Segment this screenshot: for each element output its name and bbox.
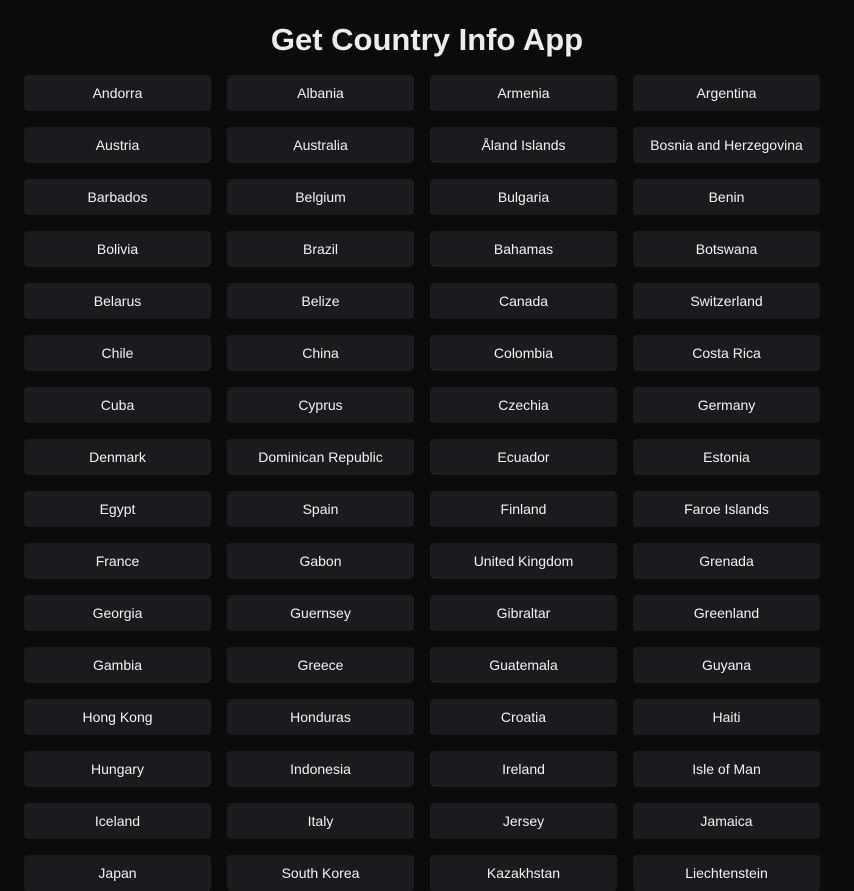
country-button-grenada[interactable]: Grenada bbox=[633, 543, 820, 579]
country-button-barbados[interactable]: Barbados bbox=[24, 179, 211, 215]
country-button-jersey[interactable]: Jersey bbox=[430, 803, 617, 839]
country-button-gabon[interactable]: Gabon bbox=[227, 543, 414, 579]
country-button-aland-islands[interactable]: Åland Islands bbox=[430, 127, 617, 163]
country-button-france[interactable]: France bbox=[24, 543, 211, 579]
country-button-cyprus[interactable]: Cyprus bbox=[227, 387, 414, 423]
country-button-ireland[interactable]: Ireland bbox=[430, 751, 617, 787]
country-button-denmark[interactable]: Denmark bbox=[24, 439, 211, 475]
country-button-cuba[interactable]: Cuba bbox=[24, 387, 211, 423]
country-button-japan[interactable]: Japan bbox=[24, 855, 211, 891]
country-button-belarus[interactable]: Belarus bbox=[24, 283, 211, 319]
country-button-botswana[interactable]: Botswana bbox=[633, 231, 820, 267]
country-button-china[interactable]: China bbox=[227, 335, 414, 371]
country-button-belize[interactable]: Belize bbox=[227, 283, 414, 319]
country-button-czechia[interactable]: Czechia bbox=[430, 387, 617, 423]
country-button-isle-of-man[interactable]: Isle of Man bbox=[633, 751, 820, 787]
country-button-germany[interactable]: Germany bbox=[633, 387, 820, 423]
country-button-bahamas[interactable]: Bahamas bbox=[430, 231, 617, 267]
country-button-honduras[interactable]: Honduras bbox=[227, 699, 414, 735]
country-button-switzerland[interactable]: Switzerland bbox=[633, 283, 820, 319]
country-button-liechtenstein[interactable]: Liechtenstein bbox=[633, 855, 820, 891]
country-button-united-kingdom[interactable]: United Kingdom bbox=[430, 543, 617, 579]
country-button-argentina[interactable]: Argentina bbox=[633, 75, 820, 111]
country-button-guernsey[interactable]: Guernsey bbox=[227, 595, 414, 631]
country-button-finland[interactable]: Finland bbox=[430, 491, 617, 527]
country-button-hong-kong[interactable]: Hong Kong bbox=[24, 699, 211, 735]
country-button-dominican-republic[interactable]: Dominican Republic bbox=[227, 439, 414, 475]
country-button-colombia[interactable]: Colombia bbox=[430, 335, 617, 371]
country-button-albania[interactable]: Albania bbox=[227, 75, 414, 111]
country-button-iceland[interactable]: Iceland bbox=[24, 803, 211, 839]
country-button-georgia[interactable]: Georgia bbox=[24, 595, 211, 631]
country-button-costa-rica[interactable]: Costa Rica bbox=[633, 335, 820, 371]
country-button-jamaica[interactable]: Jamaica bbox=[633, 803, 820, 839]
country-button-ecuador[interactable]: Ecuador bbox=[430, 439, 617, 475]
country-button-guyana[interactable]: Guyana bbox=[633, 647, 820, 683]
country-button-greece[interactable]: Greece bbox=[227, 647, 414, 683]
country-button-armenia[interactable]: Armenia bbox=[430, 75, 617, 111]
country-button-spain[interactable]: Spain bbox=[227, 491, 414, 527]
country-button-hungary[interactable]: Hungary bbox=[24, 751, 211, 787]
country-button-belgium[interactable]: Belgium bbox=[227, 179, 414, 215]
country-button-brazil[interactable]: Brazil bbox=[227, 231, 414, 267]
country-button-croatia[interactable]: Croatia bbox=[430, 699, 617, 735]
page-title: Get Country Info App bbox=[270, 22, 584, 57]
country-button-bolivia[interactable]: Bolivia bbox=[24, 231, 211, 267]
country-button-gambia[interactable]: Gambia bbox=[24, 647, 211, 683]
country-button-guatemala[interactable]: Guatemala bbox=[430, 647, 617, 683]
country-button-andorra[interactable]: Andorra bbox=[24, 75, 211, 111]
country-grid: Andorra Albania Armenia Argentina Austri… bbox=[24, 75, 820, 891]
country-button-egypt[interactable]: Egypt bbox=[24, 491, 211, 527]
country-button-faroe-islands[interactable]: Faroe Islands bbox=[633, 491, 820, 527]
country-button-chile[interactable]: Chile bbox=[24, 335, 211, 371]
country-button-south-korea[interactable]: South Korea bbox=[227, 855, 414, 891]
country-button-italy[interactable]: Italy bbox=[227, 803, 414, 839]
country-button-australia[interactable]: Australia bbox=[227, 127, 414, 163]
country-button-benin[interactable]: Benin bbox=[633, 179, 820, 215]
country-button-gibraltar[interactable]: Gibraltar bbox=[430, 595, 617, 631]
country-button-greenland[interactable]: Greenland bbox=[633, 595, 820, 631]
country-button-estonia[interactable]: Estonia bbox=[633, 439, 820, 475]
country-button-kazakhstan[interactable]: Kazakhstan bbox=[430, 855, 617, 891]
country-button-austria[interactable]: Austria bbox=[24, 127, 211, 163]
country-button-canada[interactable]: Canada bbox=[430, 283, 617, 319]
country-button-bosnia-and-herzegovina[interactable]: Bosnia and Herzegovina bbox=[633, 127, 820, 163]
country-button-indonesia[interactable]: Indonesia bbox=[227, 751, 414, 787]
country-button-haiti[interactable]: Haiti bbox=[633, 699, 820, 735]
country-button-bulgaria[interactable]: Bulgaria bbox=[430, 179, 617, 215]
